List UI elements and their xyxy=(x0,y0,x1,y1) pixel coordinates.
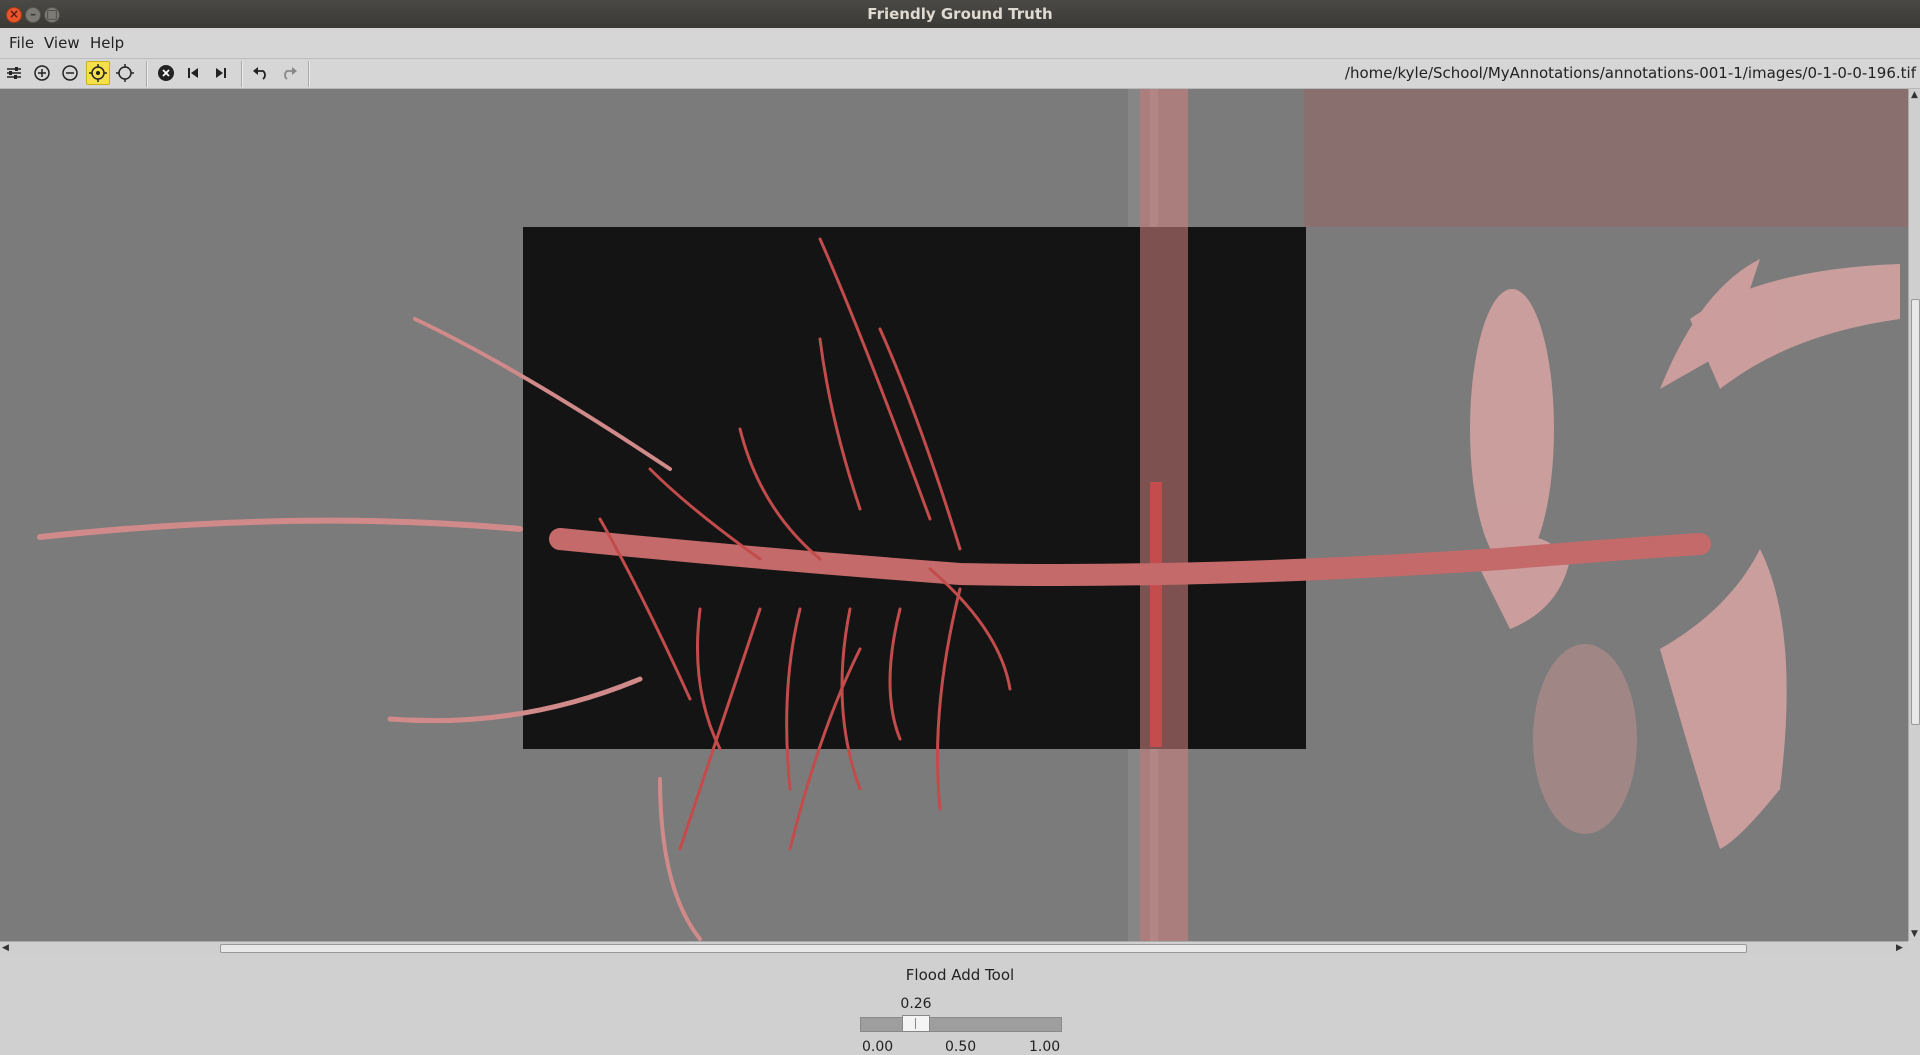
adjust-button[interactable] xyxy=(2,61,26,85)
toolbar: /home/kyle/School/MyAnnotations/annotati… xyxy=(0,59,1920,89)
horizontal-scrollbar[interactable]: ◀ ▶ xyxy=(0,941,1908,954)
close-image-icon xyxy=(158,65,174,81)
window-close-button[interactable]: × xyxy=(6,7,22,23)
redo-icon xyxy=(284,67,297,80)
scroll-left-icon[interactable]: ◀ xyxy=(2,943,9,953)
menu-view[interactable]: View xyxy=(40,28,84,58)
menu-file[interactable]: File xyxy=(5,28,38,58)
next-patch-button[interactable] xyxy=(209,61,233,85)
vertical-scroll-thumb[interactable] xyxy=(1911,299,1920,725)
undo-button[interactable] xyxy=(249,61,273,85)
maximize-icon: □ xyxy=(46,7,58,21)
window-minimize-button[interactable]: – xyxy=(25,7,41,23)
scroll-up-icon[interactable]: ▲ xyxy=(1911,90,1918,100)
close-image-button[interactable] xyxy=(154,61,178,85)
previous-patch-icon xyxy=(188,68,198,78)
flood-add-button[interactable] xyxy=(86,61,110,85)
current-patch xyxy=(523,227,1306,749)
threshold-slider[interactable] xyxy=(860,1017,1062,1032)
toolbar-separator xyxy=(146,61,148,87)
zoom-in-button[interactable] xyxy=(30,61,54,85)
tool-panel: Flood Add Tool 0.26 0.00 0.50 1.00 xyxy=(0,954,1920,1055)
redo-button[interactable] xyxy=(277,61,301,85)
zoom-out-button[interactable] xyxy=(58,61,82,85)
image-canvas[interactable] xyxy=(0,89,1908,941)
vertical-scrollbar[interactable]: ▲ ▼ xyxy=(1908,89,1920,941)
zoom-out-icon xyxy=(62,65,78,81)
tool-label: Flood Add Tool xyxy=(905,966,1015,984)
window-maximize-button[interactable]: □ xyxy=(44,7,60,23)
scroll-down-icon[interactable]: ▼ xyxy=(1911,929,1918,939)
threshold-slider-handle[interactable] xyxy=(902,1015,930,1032)
undo-icon xyxy=(253,67,266,80)
zoom-in-icon xyxy=(34,65,50,81)
root-image xyxy=(0,89,1908,941)
window-title: Friendly Ground Truth xyxy=(867,5,1053,23)
horizontal-scroll-thumb[interactable] xyxy=(220,944,1747,953)
adjust-icon xyxy=(7,67,21,79)
scroll-right-icon[interactable]: ▶ xyxy=(1896,943,1903,953)
flood-remove-button[interactable] xyxy=(113,61,137,85)
toolbar-separator xyxy=(308,61,310,87)
next-patch-icon xyxy=(216,68,226,78)
previous-patch-button[interactable] xyxy=(181,61,205,85)
menu-bar: File View Help xyxy=(0,28,1920,59)
close-icon: × xyxy=(8,7,20,21)
slider-value: 0.26 xyxy=(900,996,932,1012)
title-bar: × – □ Friendly Ground Truth xyxy=(0,0,1920,28)
flood-remove-icon xyxy=(116,64,134,82)
image-path: /home/kyle/School/MyAnnotations/annotati… xyxy=(1344,64,1916,82)
flood-add-icon xyxy=(89,64,107,82)
menu-help[interactable]: Help xyxy=(86,28,128,58)
minimize-icon: – xyxy=(30,7,36,21)
toolbar-separator xyxy=(241,61,243,87)
